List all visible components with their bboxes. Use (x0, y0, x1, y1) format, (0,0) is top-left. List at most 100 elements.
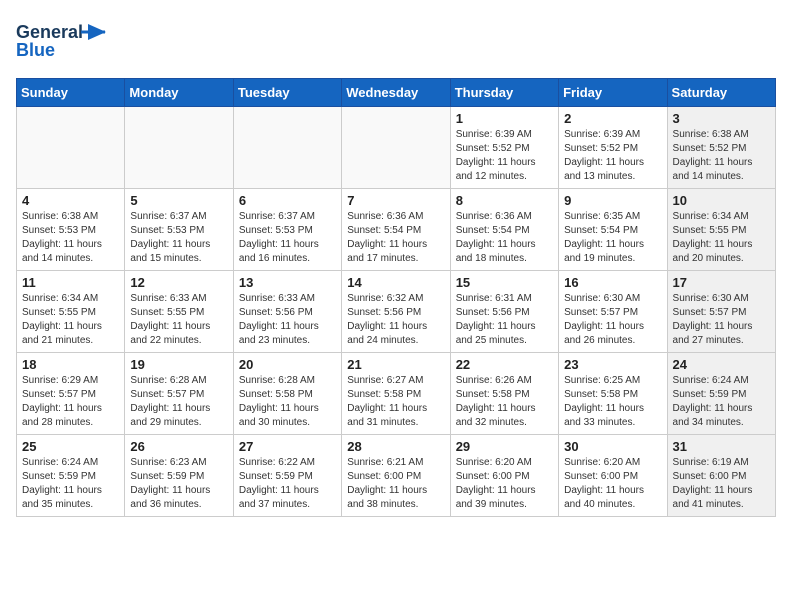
day-info: Sunrise: 6:38 AM Sunset: 5:52 PM Dayligh… (673, 128, 770, 184)
day-header-friday: Friday (559, 79, 667, 107)
calendar-cell: 8Sunrise: 6:36 AM Sunset: 5:54 PM Daylig… (450, 189, 558, 271)
day-header-wednesday: Wednesday (342, 79, 450, 107)
day-info: Sunrise: 6:28 AM Sunset: 5:58 PM Dayligh… (239, 374, 336, 430)
day-number: 28 (347, 439, 444, 454)
day-header-thursday: Thursday (450, 79, 558, 107)
day-number: 31 (673, 439, 770, 454)
calendar-week-row: 11 Sunrise: 6:34 AM Sunset: 5:55 PM Dayli… (17, 271, 776, 353)
calendar-cell: 11 Sunrise: 6:34 AM Sunset: 5:55 PM Dayli… (17, 271, 125, 353)
day-number: 3 (673, 111, 770, 126)
calendar-cell: 7Sunrise: 6:36 AM Sunset: 5:54 PM Daylig… (342, 189, 450, 271)
calendar-cell: 15 Sunrise: 6:31 AM Sunset: 5:56 PM Dayli… (450, 271, 558, 353)
day-number: 7 (347, 193, 444, 208)
day-info: Sunrise: 6:33 AM Sunset: 5:55 PM Dayligh… (130, 292, 227, 348)
day-info: Sunrise: 6:34 AM Sunset: 5:55 PM Dayligh… (22, 292, 119, 348)
day-info: Sunrise: 6:29 AM Sunset: 5:57 PM Dayligh… (22, 374, 119, 430)
calendar-cell: 13 Sunrise: 6:33 AM Sunset: 5:56 PM Dayli… (233, 271, 341, 353)
calendar-cell: 27 Sunrise: 6:22 AM Sunset: 5:59 PM Dayli… (233, 435, 341, 517)
calendar-header-row: SundayMondayTuesdayWednesdayThursdayFrid… (17, 79, 776, 107)
day-info: Sunrise: 6:38 AM Sunset: 5:53 PM Dayligh… (22, 210, 119, 266)
day-header-saturday: Saturday (667, 79, 775, 107)
day-info: Sunrise: 6:20 AM Sunset: 6:00 PM Dayligh… (456, 456, 553, 512)
calendar-cell (233, 107, 341, 189)
day-info: Sunrise: 6:24 AM Sunset: 5:59 PM Dayligh… (22, 456, 119, 512)
calendar-cell: 20 Sunrise: 6:28 AM Sunset: 5:58 PM Dayli… (233, 353, 341, 435)
day-info: Sunrise: 6:27 AM Sunset: 5:58 PM Dayligh… (347, 374, 444, 430)
day-number: 15 (456, 275, 553, 290)
calendar-cell: 5Sunrise: 6:37 AM Sunset: 5:53 PM Daylig… (125, 189, 233, 271)
calendar-cell: 22 Sunrise: 6:26 AM Sunset: 5:58 PM Dayli… (450, 353, 558, 435)
day-number: 18 (22, 357, 119, 372)
calendar-cell: 12Sunrise: 6:33 AM Sunset: 5:55 PM Dayli… (125, 271, 233, 353)
day-number: 30 (564, 439, 661, 454)
day-number: 8 (456, 193, 553, 208)
day-number: 11 (22, 275, 119, 290)
calendar-table: SundayMondayTuesdayWednesdayThursdayFrid… (16, 78, 776, 517)
calendar-week-row: 25 Sunrise: 6:24 AM Sunset: 5:59 PM Dayli… (17, 435, 776, 517)
calendar-cell: 17 Sunrise: 6:30 AM Sunset: 5:57 PM Dayli… (667, 271, 775, 353)
day-number: 22 (456, 357, 553, 372)
day-number: 10 (673, 193, 770, 208)
day-number: 29 (456, 439, 553, 454)
day-info: Sunrise: 6:39 AM Sunset: 5:52 PM Dayligh… (456, 128, 553, 184)
day-number: 25 (22, 439, 119, 454)
calendar-cell: 10Sunrise: 6:34 AM Sunset: 5:55 PM Dayli… (667, 189, 775, 271)
calendar-cell (342, 107, 450, 189)
day-info: Sunrise: 6:35 AM Sunset: 5:54 PM Dayligh… (564, 210, 661, 266)
day-number: 19 (130, 357, 227, 372)
calendar-cell: 29 Sunrise: 6:20 AM Sunset: 6:00 PM Dayli… (450, 435, 558, 517)
svg-text:Blue: Blue (16, 40, 55, 60)
day-number: 24 (673, 357, 770, 372)
day-number: 16 (564, 275, 661, 290)
day-number: 27 (239, 439, 336, 454)
day-info: Sunrise: 6:33 AM Sunset: 5:56 PM Dayligh… (239, 292, 336, 348)
day-info: Sunrise: 6:22 AM Sunset: 5:59 PM Dayligh… (239, 456, 336, 512)
calendar-cell (17, 107, 125, 189)
day-number: 2 (564, 111, 661, 126)
calendar-cell: 1 Sunrise: 6:39 AM Sunset: 5:52 PM Daylig… (450, 107, 558, 189)
calendar-cell: 24 Sunrise: 6:24 AM Sunset: 5:59 PM Dayli… (667, 353, 775, 435)
day-info: Sunrise: 6:32 AM Sunset: 5:56 PM Dayligh… (347, 292, 444, 348)
day-header-monday: Monday (125, 79, 233, 107)
page-header: General Blue (16, 16, 776, 66)
day-number: 9 (564, 193, 661, 208)
calendar-cell: 28 Sunrise: 6:21 AM Sunset: 6:00 PM Dayli… (342, 435, 450, 517)
day-number: 23 (564, 357, 661, 372)
calendar-cell: 4Sunrise: 6:38 AM Sunset: 5:53 PM Daylig… (17, 189, 125, 271)
day-info: Sunrise: 6:31 AM Sunset: 5:56 PM Dayligh… (456, 292, 553, 348)
calendar-week-row: 4Sunrise: 6:38 AM Sunset: 5:53 PM Daylig… (17, 189, 776, 271)
day-info: Sunrise: 6:30 AM Sunset: 5:57 PM Dayligh… (673, 292, 770, 348)
day-number: 17 (673, 275, 770, 290)
day-info: Sunrise: 6:39 AM Sunset: 5:52 PM Dayligh… (564, 128, 661, 184)
day-info: Sunrise: 6:26 AM Sunset: 5:58 PM Dayligh… (456, 374, 553, 430)
calendar-cell: 18 Sunrise: 6:29 AM Sunset: 5:57 PM Dayli… (17, 353, 125, 435)
calendar-cell: 3 Sunrise: 6:38 AM Sunset: 5:52 PM Daylig… (667, 107, 775, 189)
calendar-cell (125, 107, 233, 189)
day-number: 26 (130, 439, 227, 454)
day-number: 13 (239, 275, 336, 290)
calendar-cell: 31 Sunrise: 6:19 AM Sunset: 6:00 PM Dayli… (667, 435, 775, 517)
day-info: Sunrise: 6:21 AM Sunset: 6:00 PM Dayligh… (347, 456, 444, 512)
calendar-cell: 19 Sunrise: 6:28 AM Sunset: 5:57 PM Dayli… (125, 353, 233, 435)
day-info: Sunrise: 6:23 AM Sunset: 5:59 PM Dayligh… (130, 456, 227, 512)
calendar-cell: 23 Sunrise: 6:25 AM Sunset: 5:58 PM Dayli… (559, 353, 667, 435)
day-info: Sunrise: 6:28 AM Sunset: 5:57 PM Dayligh… (130, 374, 227, 430)
day-info: Sunrise: 6:24 AM Sunset: 5:59 PM Dayligh… (673, 374, 770, 430)
calendar-cell: 9 Sunrise: 6:35 AM Sunset: 5:54 PM Daylig… (559, 189, 667, 271)
day-info: Sunrise: 6:19 AM Sunset: 6:00 PM Dayligh… (673, 456, 770, 512)
calendar-cell: 6 Sunrise: 6:37 AM Sunset: 5:53 PM Daylig… (233, 189, 341, 271)
calendar-cell: 26 Sunrise: 6:23 AM Sunset: 5:59 PM Dayli… (125, 435, 233, 517)
day-number: 1 (456, 111, 553, 126)
day-number: 20 (239, 357, 336, 372)
day-number: 6 (239, 193, 336, 208)
day-info: Sunrise: 6:30 AM Sunset: 5:57 PM Dayligh… (564, 292, 661, 348)
calendar-cell: 30Sunrise: 6:20 AM Sunset: 6:00 PM Dayli… (559, 435, 667, 517)
day-info: Sunrise: 6:25 AM Sunset: 5:58 PM Dayligh… (564, 374, 661, 430)
calendar-cell: 21Sunrise: 6:27 AM Sunset: 5:58 PM Dayli… (342, 353, 450, 435)
calendar-cell: 2 Sunrise: 6:39 AM Sunset: 5:52 PM Daylig… (559, 107, 667, 189)
day-info: Sunrise: 6:37 AM Sunset: 5:53 PM Dayligh… (239, 210, 336, 266)
svg-text:General: General (16, 22, 83, 42)
calendar-cell: 25 Sunrise: 6:24 AM Sunset: 5:59 PM Dayli… (17, 435, 125, 517)
day-info: Sunrise: 6:37 AM Sunset: 5:53 PM Dayligh… (130, 210, 227, 266)
day-header-tuesday: Tuesday (233, 79, 341, 107)
